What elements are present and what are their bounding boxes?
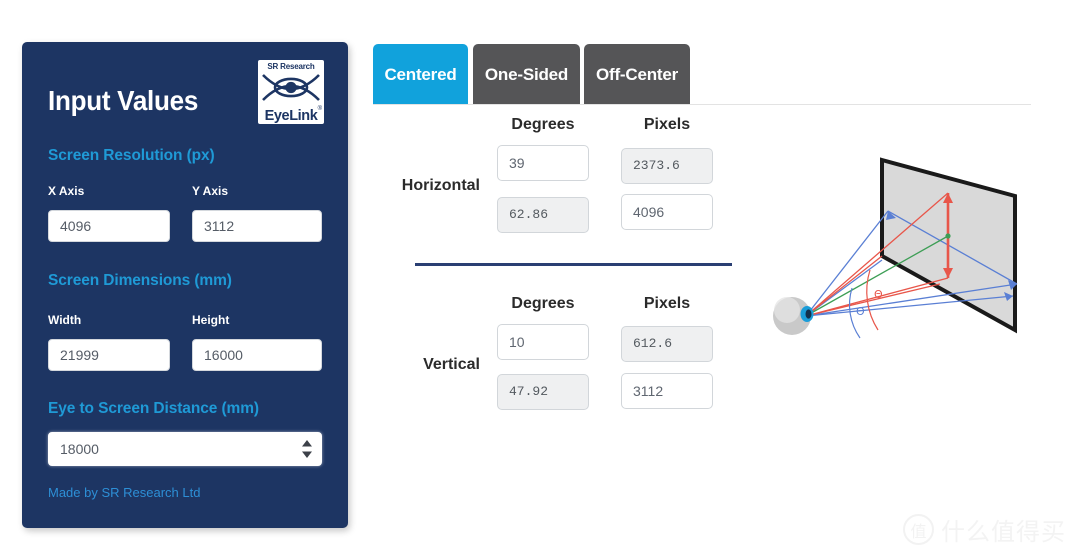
eyelink-logo: SR Research EyeLink ® [258, 60, 324, 124]
input-vertical-pixels-total[interactable]: 3112 [621, 373, 713, 409]
logo-brand-text: SR Research [267, 62, 315, 71]
input-values-panel: Input Values SR Research EyeLink ® Scree… [22, 42, 348, 528]
label-y-axis: Y Axis [192, 184, 229, 198]
results-section-divider [415, 263, 732, 266]
label-x-axis: X Axis [48, 184, 85, 198]
column-header-degrees-horizontal: Degrees [511, 116, 575, 133]
distance-field-wrapper: 18000 [48, 432, 322, 466]
output-vertical-degrees-total: 47.92 [497, 374, 589, 410]
spinner-stepper-icon[interactable] [301, 439, 313, 459]
input-horizontal-pixels-total[interactable]: 4096 [621, 194, 713, 230]
section-heading-distance: Eye to Screen Distance (mm) [48, 400, 259, 417]
input-height[interactable]: 16000 [192, 339, 322, 371]
logo-product-text: EyeLink [264, 108, 318, 124]
eye-icon [773, 297, 814, 335]
section-heading-dimensions: Screen Dimensions (mm) [48, 272, 232, 289]
input-vertical-degrees[interactable]: 10 [497, 324, 589, 360]
row-label-horizontal: Horizontal [401, 177, 480, 194]
output-horizontal-pixels: 2373.6 [621, 148, 713, 184]
tab-bar-underline [373, 104, 1031, 105]
tab-centered[interactable]: Centered [373, 44, 468, 105]
panel-title: Input Values [48, 85, 199, 116]
column-header-degrees-vertical: Degrees [511, 295, 575, 312]
registered-mark: ® [317, 106, 322, 112]
input-x-axis[interactable]: 4096 [48, 210, 170, 242]
label-height: Height [192, 313, 230, 327]
watermark-logo-icon: 值 [903, 514, 934, 545]
tab-off-center[interactable]: Off-Center [584, 44, 690, 105]
input-width[interactable]: 21999 [48, 339, 170, 371]
column-header-pixels-vertical: Pixels [643, 295, 691, 312]
theta-horizontal-label: Θ [856, 305, 865, 318]
output-horizontal-degrees-total: 62.86 [497, 197, 589, 233]
label-width: Width [48, 313, 82, 327]
eye-logo-icon [262, 74, 320, 101]
column-header-pixels-horizontal: Pixels [643, 116, 691, 133]
input-eye-to-screen-distance[interactable]: 18000 [48, 432, 322, 466]
input-horizontal-degrees[interactable]: 39 [497, 145, 589, 181]
input-y-axis[interactable]: 3112 [192, 210, 322, 242]
watermark: 值 什么值得买 [903, 512, 1066, 547]
tab-one-sided[interactable]: One-Sided [473, 44, 580, 105]
row-label-vertical: Vertical [423, 356, 480, 373]
output-vertical-pixels: 612.6 [621, 326, 713, 362]
theta-vertical-label: Θ [874, 288, 883, 301]
credit-link[interactable]: Made by SR Research Ltd [48, 485, 200, 500]
watermark-text: 什么值得买 [941, 518, 1066, 546]
section-heading-resolution: Screen Resolution (px) [48, 147, 215, 164]
visual-angle-diagram: Θ Θ [773, 157, 1018, 339]
